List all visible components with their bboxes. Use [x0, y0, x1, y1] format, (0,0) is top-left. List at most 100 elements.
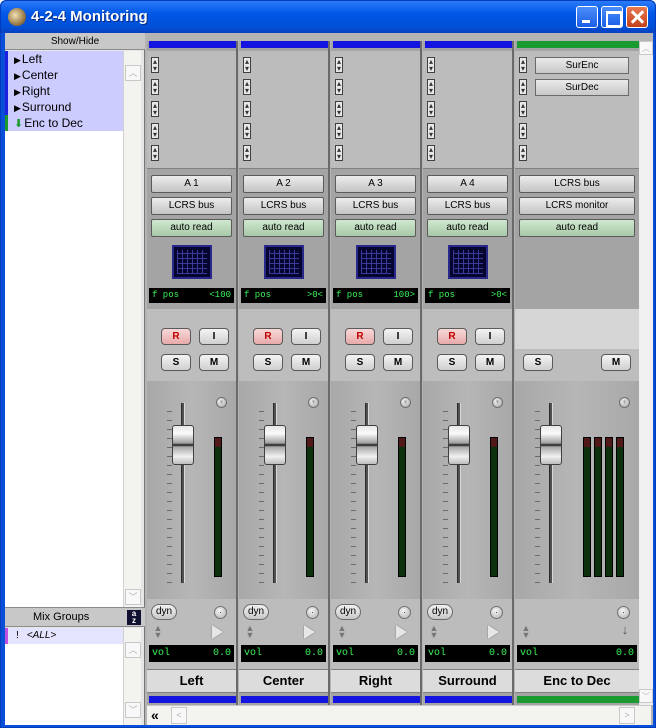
insert-slot[interactable]: ▴ ▾ — [427, 101, 435, 117]
dyn-button[interactable]: dyn — [427, 604, 453, 620]
insert-slot[interactable]: ▴ ▾ — [519, 57, 527, 73]
track-list-scrollbar[interactable]: ︿ ﹀ — [123, 51, 141, 623]
panner-display[interactable] — [356, 245, 396, 279]
mixer-vertical-scrollbar[interactable]: ︿ ﹀ — [639, 41, 653, 705]
automation-mode-button[interactable]: auto read — [427, 219, 508, 237]
knob-icon[interactable]: ♀ — [619, 397, 630, 408]
insert-name[interactable]: SurEnc — [535, 57, 629, 74]
input-selector[interactable]: A 1 — [151, 175, 232, 193]
record-button[interactable]: R — [161, 328, 191, 345]
insert-slot[interactable]: ▴ ▾ — [427, 145, 435, 161]
insert-slot[interactable]: ▴ ▾ — [151, 145, 159, 161]
automation-mode-button[interactable]: auto read — [243, 219, 324, 237]
track-list-item[interactable]: ▶Right — [5, 83, 123, 99]
scroll-up-icon[interactable]: ︿ — [125, 65, 141, 81]
scroll-down-icon[interactable]: ﹀ — [125, 702, 141, 718]
knob-icon[interactable]: ♀ — [216, 397, 227, 408]
volume-fader[interactable] — [172, 425, 194, 465]
input-monitor-button[interactable]: I — [475, 328, 505, 345]
updown-arrow-icon[interactable]: ▲ ▼ — [429, 624, 439, 640]
scroll-up-icon[interactable]: ︿ — [125, 642, 141, 658]
insert-slot[interactable]: ▴ ▾ — [151, 123, 159, 139]
maximize-button[interactable] — [601, 6, 623, 28]
output-selector[interactable]: LCRS bus — [427, 197, 508, 215]
insert-slot[interactable]: ▴ ▾ — [335, 79, 343, 95]
input-monitor-button[interactable]: I — [199, 328, 229, 345]
automation-mode-button[interactable]: auto read — [335, 219, 416, 237]
insert-slot[interactable]: ▴ ▾ — [151, 57, 159, 73]
insert-slot[interactable]: ▴ ▾ — [243, 79, 251, 95]
dyn-button[interactable]: dyn — [151, 604, 177, 620]
title-bar[interactable]: 4-2-4 Monitoring — [1, 1, 655, 33]
output-selector[interactable]: LCRS bus — [335, 197, 416, 215]
volume-fader[interactable] — [264, 425, 286, 465]
record-button[interactable]: R — [345, 328, 375, 345]
updown-arrow-icon[interactable]: ▲ ▼ — [337, 624, 347, 640]
mute-button[interactable]: M — [383, 354, 413, 371]
updown-arrow-icon[interactable]: ▲ ▼ — [245, 624, 255, 640]
play-triangle-icon[interactable] — [488, 625, 499, 639]
insert-slot[interactable]: ▴ ▾ — [427, 57, 435, 73]
panner-display[interactable] — [264, 245, 304, 279]
track-name-button[interactable]: Left — [147, 673, 236, 688]
panner-display[interactable] — [448, 245, 488, 279]
dyn-button[interactable]: dyn — [243, 604, 269, 620]
insert-slot[interactable]: ▴ ▾ — [335, 145, 343, 161]
scroll-right-icon[interactable]: > — [619, 707, 635, 724]
automation-mode-button[interactable]: auto read — [519, 219, 635, 237]
insert-slot[interactable]: ▴ ▾ — [151, 101, 159, 117]
dot-button[interactable]: · — [214, 606, 227, 619]
insert-slot[interactable]: ▴ ▾ — [519, 123, 527, 139]
output-selector[interactable]: LCRS bus — [151, 197, 232, 215]
mute-button[interactable]: M — [601, 354, 631, 371]
solo-button[interactable]: S — [161, 354, 191, 371]
solo-button[interactable]: S — [253, 354, 283, 371]
solo-button[interactable]: S — [523, 354, 553, 371]
output-selector[interactable]: LCRS monitor — [519, 197, 635, 215]
track-name-button[interactable]: Center — [239, 673, 328, 688]
insert-slot[interactable]: ▴ ▾ — [427, 123, 435, 139]
sort-az-icon[interactable]: az — [127, 610, 141, 625]
track-list-item[interactable]: ▶Left — [5, 51, 123, 67]
insert-slot[interactable]: ▴ ▾ — [243, 57, 251, 73]
close-button[interactable] — [626, 6, 648, 28]
track-name-button[interactable]: Surround — [423, 673, 512, 688]
play-triangle-icon[interactable] — [212, 625, 223, 639]
dot-button[interactable]: · — [398, 606, 411, 619]
play-triangle-icon[interactable] — [304, 625, 315, 639]
insert-name[interactable]: SurDec — [535, 79, 629, 96]
insert-slot[interactable]: ▴ ▾ — [335, 57, 343, 73]
mixer-horizontal-scrollbar[interactable]: « < > — [147, 705, 651, 725]
insert-slot[interactable]: ▴ ▾ — [335, 123, 343, 139]
minimize-button[interactable] — [576, 6, 598, 28]
dyn-button[interactable]: dyn — [335, 604, 361, 620]
insert-slot[interactable]: ▴ ▾ — [519, 79, 527, 95]
scroll-down-icon[interactable]: ﹀ — [125, 589, 141, 605]
insert-slot[interactable]: ▴ ▾ — [243, 123, 251, 139]
knob-icon[interactable]: ♀ — [308, 397, 319, 408]
panner-display[interactable] — [172, 245, 212, 279]
input-monitor-button[interactable]: I — [291, 328, 321, 345]
scroll-down-icon[interactable]: ﹀ — [639, 689, 653, 703]
input-selector[interactable]: A 3 — [335, 175, 416, 193]
group-item-all[interactable]: ! <ALL> — [5, 628, 123, 644]
track-list-item[interactable]: ▶Surround — [5, 99, 123, 115]
input-selector[interactable]: LCRS bus — [519, 175, 635, 193]
updown-arrow-icon[interactable]: ▲ ▼ — [153, 624, 163, 640]
output-selector[interactable]: LCRS bus — [243, 197, 324, 215]
scroll-up-icon[interactable]: ︿ — [639, 41, 653, 55]
track-list-item[interactable]: ⬇Enc to Dec — [5, 115, 123, 131]
mute-button[interactable]: M — [475, 354, 505, 371]
input-monitor-button[interactable]: I — [383, 328, 413, 345]
record-button[interactable]: R — [437, 328, 467, 345]
down-arrow-icon[interactable]: ↓ — [619, 623, 631, 639]
solo-button[interactable]: S — [345, 354, 375, 371]
dot-button[interactable]: · — [617, 606, 630, 619]
insert-slot[interactable]: ▴ ▾ — [243, 145, 251, 161]
track-name-button[interactable]: Right — [331, 673, 420, 688]
input-selector[interactable]: A 2 — [243, 175, 324, 193]
track-list-item[interactable]: ▶Center — [5, 67, 123, 83]
insert-slot[interactable]: ▴ ▾ — [335, 101, 343, 117]
record-button[interactable]: R — [253, 328, 283, 345]
volume-fader[interactable] — [448, 425, 470, 465]
